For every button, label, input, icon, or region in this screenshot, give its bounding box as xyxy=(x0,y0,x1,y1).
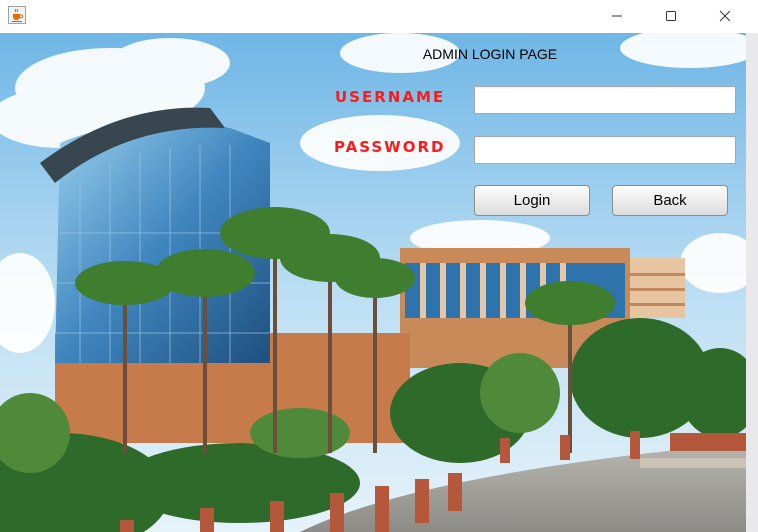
maximize-button[interactable] xyxy=(648,0,694,31)
password-input[interactable] xyxy=(474,136,736,164)
back-button[interactable]: Back xyxy=(612,185,728,216)
minimize-button[interactable] xyxy=(594,0,640,31)
java-coffee-cup-icon xyxy=(8,6,26,24)
login-button[interactable]: Login xyxy=(474,185,590,216)
username-input[interactable] xyxy=(474,86,736,114)
password-label: PASSWORD xyxy=(334,138,446,156)
login-panel: ADMIN LOGIN PAGE USERNAME PASSWORD Login… xyxy=(0,33,746,532)
window-titlebar xyxy=(0,0,758,31)
window-right-edge xyxy=(746,33,758,532)
close-icon xyxy=(719,10,731,21)
close-button[interactable] xyxy=(702,0,748,31)
username-label: USERNAME xyxy=(335,88,446,106)
minimize-icon xyxy=(612,15,622,16)
page-title: ADMIN LOGIN PAGE xyxy=(422,46,558,62)
maximize-icon xyxy=(666,10,676,21)
